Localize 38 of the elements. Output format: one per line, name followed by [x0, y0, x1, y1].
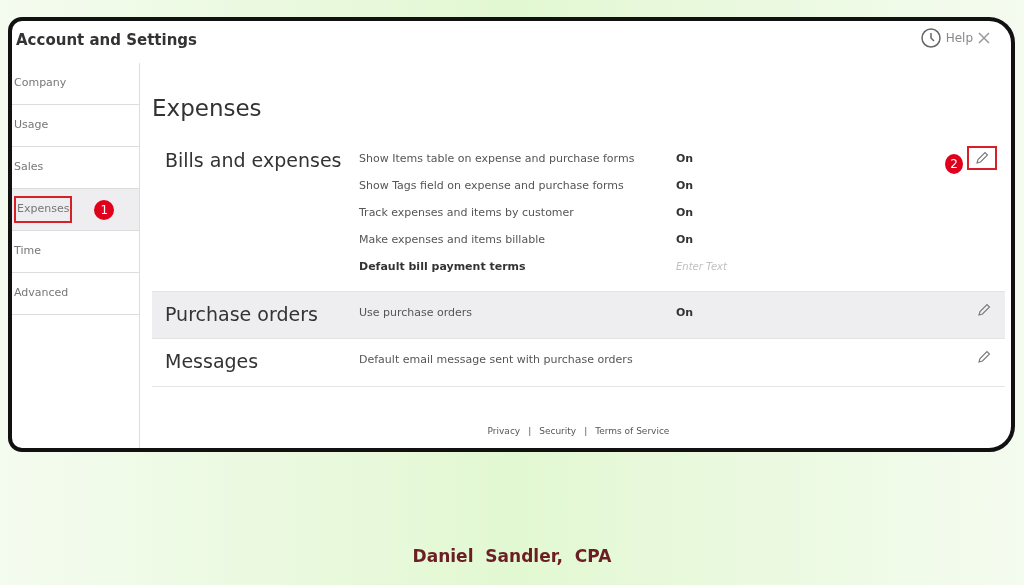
sidebar-item[interactable]: Advanced	[12, 273, 139, 315]
callout-marker: 1	[94, 199, 115, 220]
setting-value: On	[676, 150, 694, 167]
setting-label: Default bill payment terms	[359, 258, 527, 275]
setting-value: On	[676, 304, 694, 321]
close-icon[interactable]	[977, 31, 991, 45]
section-title: Purchase orders	[164, 301, 319, 327]
footer-link[interactable]: Security	[539, 425, 577, 436]
edit-button[interactable]	[967, 145, 997, 170]
separator: |	[584, 425, 588, 436]
setting-value: On	[676, 231, 694, 248]
setting-label: Track expenses and items by customer	[359, 204, 575, 221]
pencil-icon	[977, 302, 991, 317]
sidebar-item[interactable]: Time	[12, 231, 139, 273]
setting-label: Show Tags field on expense and purchase forms	[359, 177, 625, 194]
callout-marker: 2	[945, 153, 963, 174]
author-credit: Daniel Sandler, CPA	[411, 545, 613, 568]
sidebar-item[interactable]: Usage	[12, 105, 139, 147]
setting-value: On	[676, 204, 694, 221]
text-field[interactable]: Enter Text	[676, 258, 796, 274]
setting-value: On	[676, 177, 694, 194]
setting-label: Show Items table on expense and purchase forms	[359, 150, 636, 167]
help-icon[interactable]	[919, 27, 942, 49]
setting-label: Make expenses and items billable	[359, 231, 546, 248]
separator: |	[528, 425, 532, 436]
pencil-icon	[975, 150, 989, 165]
help-link[interactable]: Help	[945, 29, 973, 47]
setting-label: Default email message sent with purchase orders	[359, 352, 634, 368]
sidebar-item[interactable]: Expenses	[14, 196, 73, 223]
sidebar-item[interactable]: Company	[12, 63, 139, 105]
pencil-icon	[977, 350, 991, 364]
page-title: Expenses	[152, 94, 263, 123]
footer-link[interactable]: Privacy	[487, 425, 521, 436]
section-title: Bills and expenses	[164, 147, 343, 173]
section-title: Messages	[164, 349, 260, 374]
footer-link[interactable]: Terms of Service	[595, 425, 670, 436]
setting-label: Use purchase orders	[359, 304, 474, 321]
window-title: Account and Settings	[16, 31, 197, 49]
